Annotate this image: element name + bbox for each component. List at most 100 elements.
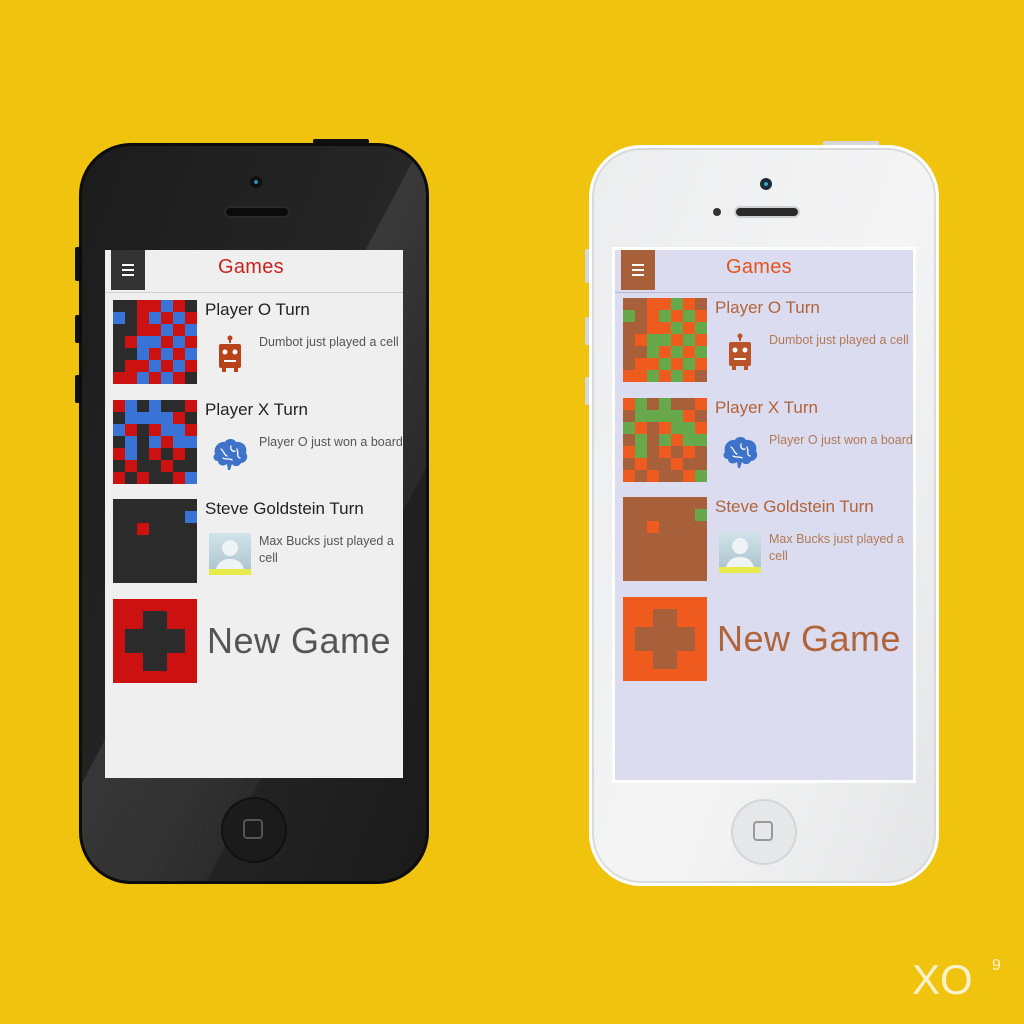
- board-cell-x: [623, 470, 635, 482]
- board-cell-x: [635, 422, 647, 434]
- menu-button[interactable]: [111, 250, 145, 290]
- game-status: Dumbot just played a cell: [769, 333, 909, 347]
- game-title: Player X Turn: [715, 398, 818, 417]
- board-cell-x: [695, 310, 707, 322]
- game-status: Player O just won a board: [259, 435, 403, 449]
- new-game-label[interactable]: New Game: [717, 618, 901, 660]
- menu-bar: [632, 274, 644, 276]
- board-cell-x: [185, 424, 197, 436]
- board-cell-o: [647, 410, 659, 422]
- board-cell-x: [623, 398, 635, 410]
- board-cell-o: [161, 424, 173, 436]
- plus-icon: [635, 609, 695, 669]
- new-game-button[interactable]: [623, 597, 707, 681]
- person-avatar: [209, 533, 251, 575]
- game-row[interactable]: Steve Goldstein Turn Max Bucks just playe…: [623, 497, 913, 583]
- board-cell-x: [683, 298, 695, 310]
- board-cell-o: [149, 412, 161, 424]
- game-status: Dumbot just played a cell: [259, 335, 399, 349]
- board-cell-x: [671, 458, 683, 470]
- game-status: Player O just won a board: [769, 433, 913, 447]
- game-row[interactable]: Player X Turn Player O just won a board: [623, 398, 913, 484]
- board-cell-o: [149, 336, 161, 348]
- board-cell-o: [149, 436, 161, 448]
- board-cell-o: [185, 436, 197, 448]
- board-cell-x: [647, 470, 659, 482]
- board-cell-x: [683, 370, 695, 382]
- board-cell-x: [125, 336, 137, 348]
- board-cell-x: [683, 410, 695, 422]
- phone-dark: Games Player O Turn Dumbot just played a c…: [75, 139, 429, 884]
- board-cell-o: [659, 410, 671, 422]
- board-cell-x: [647, 358, 659, 370]
- board-cell-x: [635, 370, 647, 382]
- board-cell-x: [683, 346, 695, 358]
- board-cell-x: [185, 360, 197, 372]
- board-cell-o: [149, 400, 161, 412]
- board-cell-o: [125, 448, 137, 460]
- board-cell-o: [161, 372, 173, 384]
- board-cell-o: [113, 424, 125, 436]
- board-cell-x: [647, 322, 659, 334]
- board-cell-o: [659, 310, 671, 322]
- person-avatar: [719, 531, 761, 573]
- brain-icon: [719, 432, 761, 474]
- board-cell-x: [125, 460, 137, 472]
- board-cell-x: [137, 472, 149, 484]
- board-cell-x: [149, 372, 161, 384]
- board-cell-o: [173, 436, 185, 448]
- game-row[interactable]: Player O Turn Dumbot just played a cell: [623, 298, 913, 384]
- board-cell-x: [149, 448, 161, 460]
- menu-bar: [632, 264, 644, 266]
- board-cell-x: [173, 348, 185, 360]
- board-cell-x: [623, 370, 635, 382]
- board-cell-x: [161, 336, 173, 348]
- board-cell-x: [635, 334, 647, 346]
- game-title: Player O Turn: [715, 298, 820, 317]
- game-title: Steve Goldstein Turn: [715, 497, 874, 516]
- board-cell-x: [185, 400, 197, 412]
- menu-button[interactable]: [621, 250, 655, 290]
- page-title: Games: [218, 256, 284, 278]
- logo-text: XO: [912, 956, 973, 1002]
- board-cell-x: [113, 372, 125, 384]
- board-cell-o: [671, 322, 683, 334]
- board-cell-x: [137, 312, 149, 324]
- board-cell-x: [161, 360, 173, 372]
- game-title: Player X Turn: [205, 400, 308, 419]
- board-cell-o: [185, 348, 197, 360]
- game-row[interactable]: Player O Turn Dumbot just played a cell: [113, 300, 403, 386]
- game-row[interactable]: Steve Goldstein Turn Max Bucks just playe…: [113, 499, 403, 585]
- board-cell-o: [173, 424, 185, 436]
- board-cell-x: [671, 434, 683, 446]
- board-cell-x: [113, 472, 125, 484]
- plus-icon: [125, 611, 185, 671]
- game-row[interactable]: Player X Turn Player O just won a board: [113, 400, 403, 486]
- board-cell-x: [149, 324, 161, 336]
- board-cell-x: [647, 521, 659, 533]
- board-cell-o: [161, 324, 173, 336]
- board-cell-o: [659, 334, 671, 346]
- board-cell-o: [695, 434, 707, 446]
- home-button[interactable]: [223, 799, 285, 861]
- game-title: Player O Turn: [205, 300, 310, 319]
- xo9-logo: XO 9: [912, 956, 1001, 1002]
- board-background: [623, 497, 707, 581]
- new-game-button[interactable]: [113, 599, 197, 683]
- board-cell-x: [137, 300, 149, 312]
- home-button[interactable]: [733, 801, 795, 863]
- board-cell-o: [659, 434, 671, 446]
- menu-bar: [122, 274, 134, 276]
- board-cell-x: [671, 358, 683, 370]
- game-board: [623, 497, 707, 581]
- board-cell-x: [161, 460, 173, 472]
- board-cell-x: [671, 310, 683, 322]
- new-game-label[interactable]: New Game: [207, 620, 391, 662]
- robot-icon: [719, 332, 761, 374]
- earpiece-speaker: [226, 208, 288, 216]
- board-cell-o: [695, 509, 707, 521]
- board-cell-x: [149, 300, 161, 312]
- game-board: [113, 499, 197, 583]
- board-cell-o: [173, 312, 185, 324]
- board-cell-x: [659, 346, 671, 358]
